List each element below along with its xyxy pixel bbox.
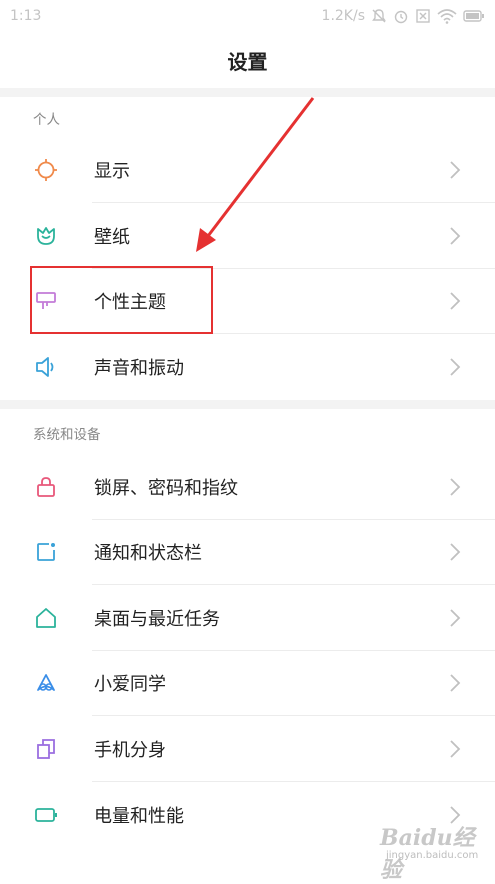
section-header-system: 系统和设备	[33, 427, 101, 443]
settings-item-label: 手机分身	[94, 739, 166, 761]
section-header-personal: 个人	[33, 112, 60, 128]
status-time: 1:13	[10, 8, 42, 24]
settings-item-label: 显示	[94, 160, 130, 182]
home-icon	[36, 608, 56, 628]
alarm-icon	[394, 10, 408, 24]
settings-item-wallpaper[interactable]: 壁纸	[0, 203, 495, 268]
lock-icon	[37, 477, 55, 497]
second-space-icon	[37, 739, 55, 759]
chevron-right-icon	[450, 161, 461, 179]
settings-item-label: 电量和性能	[94, 805, 184, 827]
section-separator	[0, 400, 495, 409]
settings-item-lockscreen[interactable]: 锁屏、密码和指纹	[0, 454, 495, 519]
settings-item-label: 锁屏、密码和指纹	[94, 477, 238, 499]
xiaoai-icon	[37, 674, 55, 691]
watermark-url: jingyan.baidu.com	[386, 850, 479, 861]
chevron-right-icon	[450, 292, 461, 310]
wifi-icon	[437, 9, 457, 24]
chevron-right-icon	[450, 478, 461, 496]
status-bar: 1:13 1.2K/s	[0, 0, 495, 32]
settings-item-label: 桌面与最近任务	[94, 608, 220, 630]
settings-item-xiaoai[interactable]: 小爱同学	[0, 650, 495, 715]
battery-icon	[463, 10, 484, 22]
settings-item-display[interactable]: 显示	[0, 137, 495, 202]
settings-item-label: 通知和状态栏	[94, 542, 202, 564]
chevron-right-icon	[450, 609, 461, 627]
watermark: Baidu经验 jingyan.baidu.com	[380, 820, 490, 883]
settings-item-label: 小爱同学	[94, 673, 166, 695]
status-icons: 1.2K/s	[322, 8, 485, 24]
settings-item-label: 壁纸	[94, 226, 130, 248]
section-separator	[0, 88, 495, 97]
chevron-right-icon	[450, 543, 461, 561]
chevron-right-icon	[450, 358, 461, 376]
sun-icon	[35, 159, 57, 181]
notification-icon	[37, 543, 55, 561]
highlight-box	[30, 266, 213, 334]
network-speed: 1.2K/s	[321, 8, 365, 24]
chevron-right-icon	[450, 227, 461, 245]
tulip-icon	[37, 227, 55, 245]
settings-item-sound[interactable]: 声音和振动	[0, 334, 495, 399]
signal-x-icon	[416, 9, 430, 23]
settings-item-notifications[interactable]: 通知和状态栏	[0, 519, 495, 584]
chevron-right-icon	[450, 740, 461, 758]
settings-item-home-screen[interactable]: 桌面与最近任务	[0, 585, 495, 650]
settings-item-label: 声音和振动	[94, 357, 184, 379]
page-title: 设置	[227, 49, 268, 74]
speaker-icon	[36, 357, 54, 377]
settings-item-second-space[interactable]: 手机分身	[0, 716, 495, 781]
chevron-right-icon	[450, 674, 461, 692]
mute-icon	[372, 9, 386, 23]
battery-icon	[35, 808, 57, 822]
